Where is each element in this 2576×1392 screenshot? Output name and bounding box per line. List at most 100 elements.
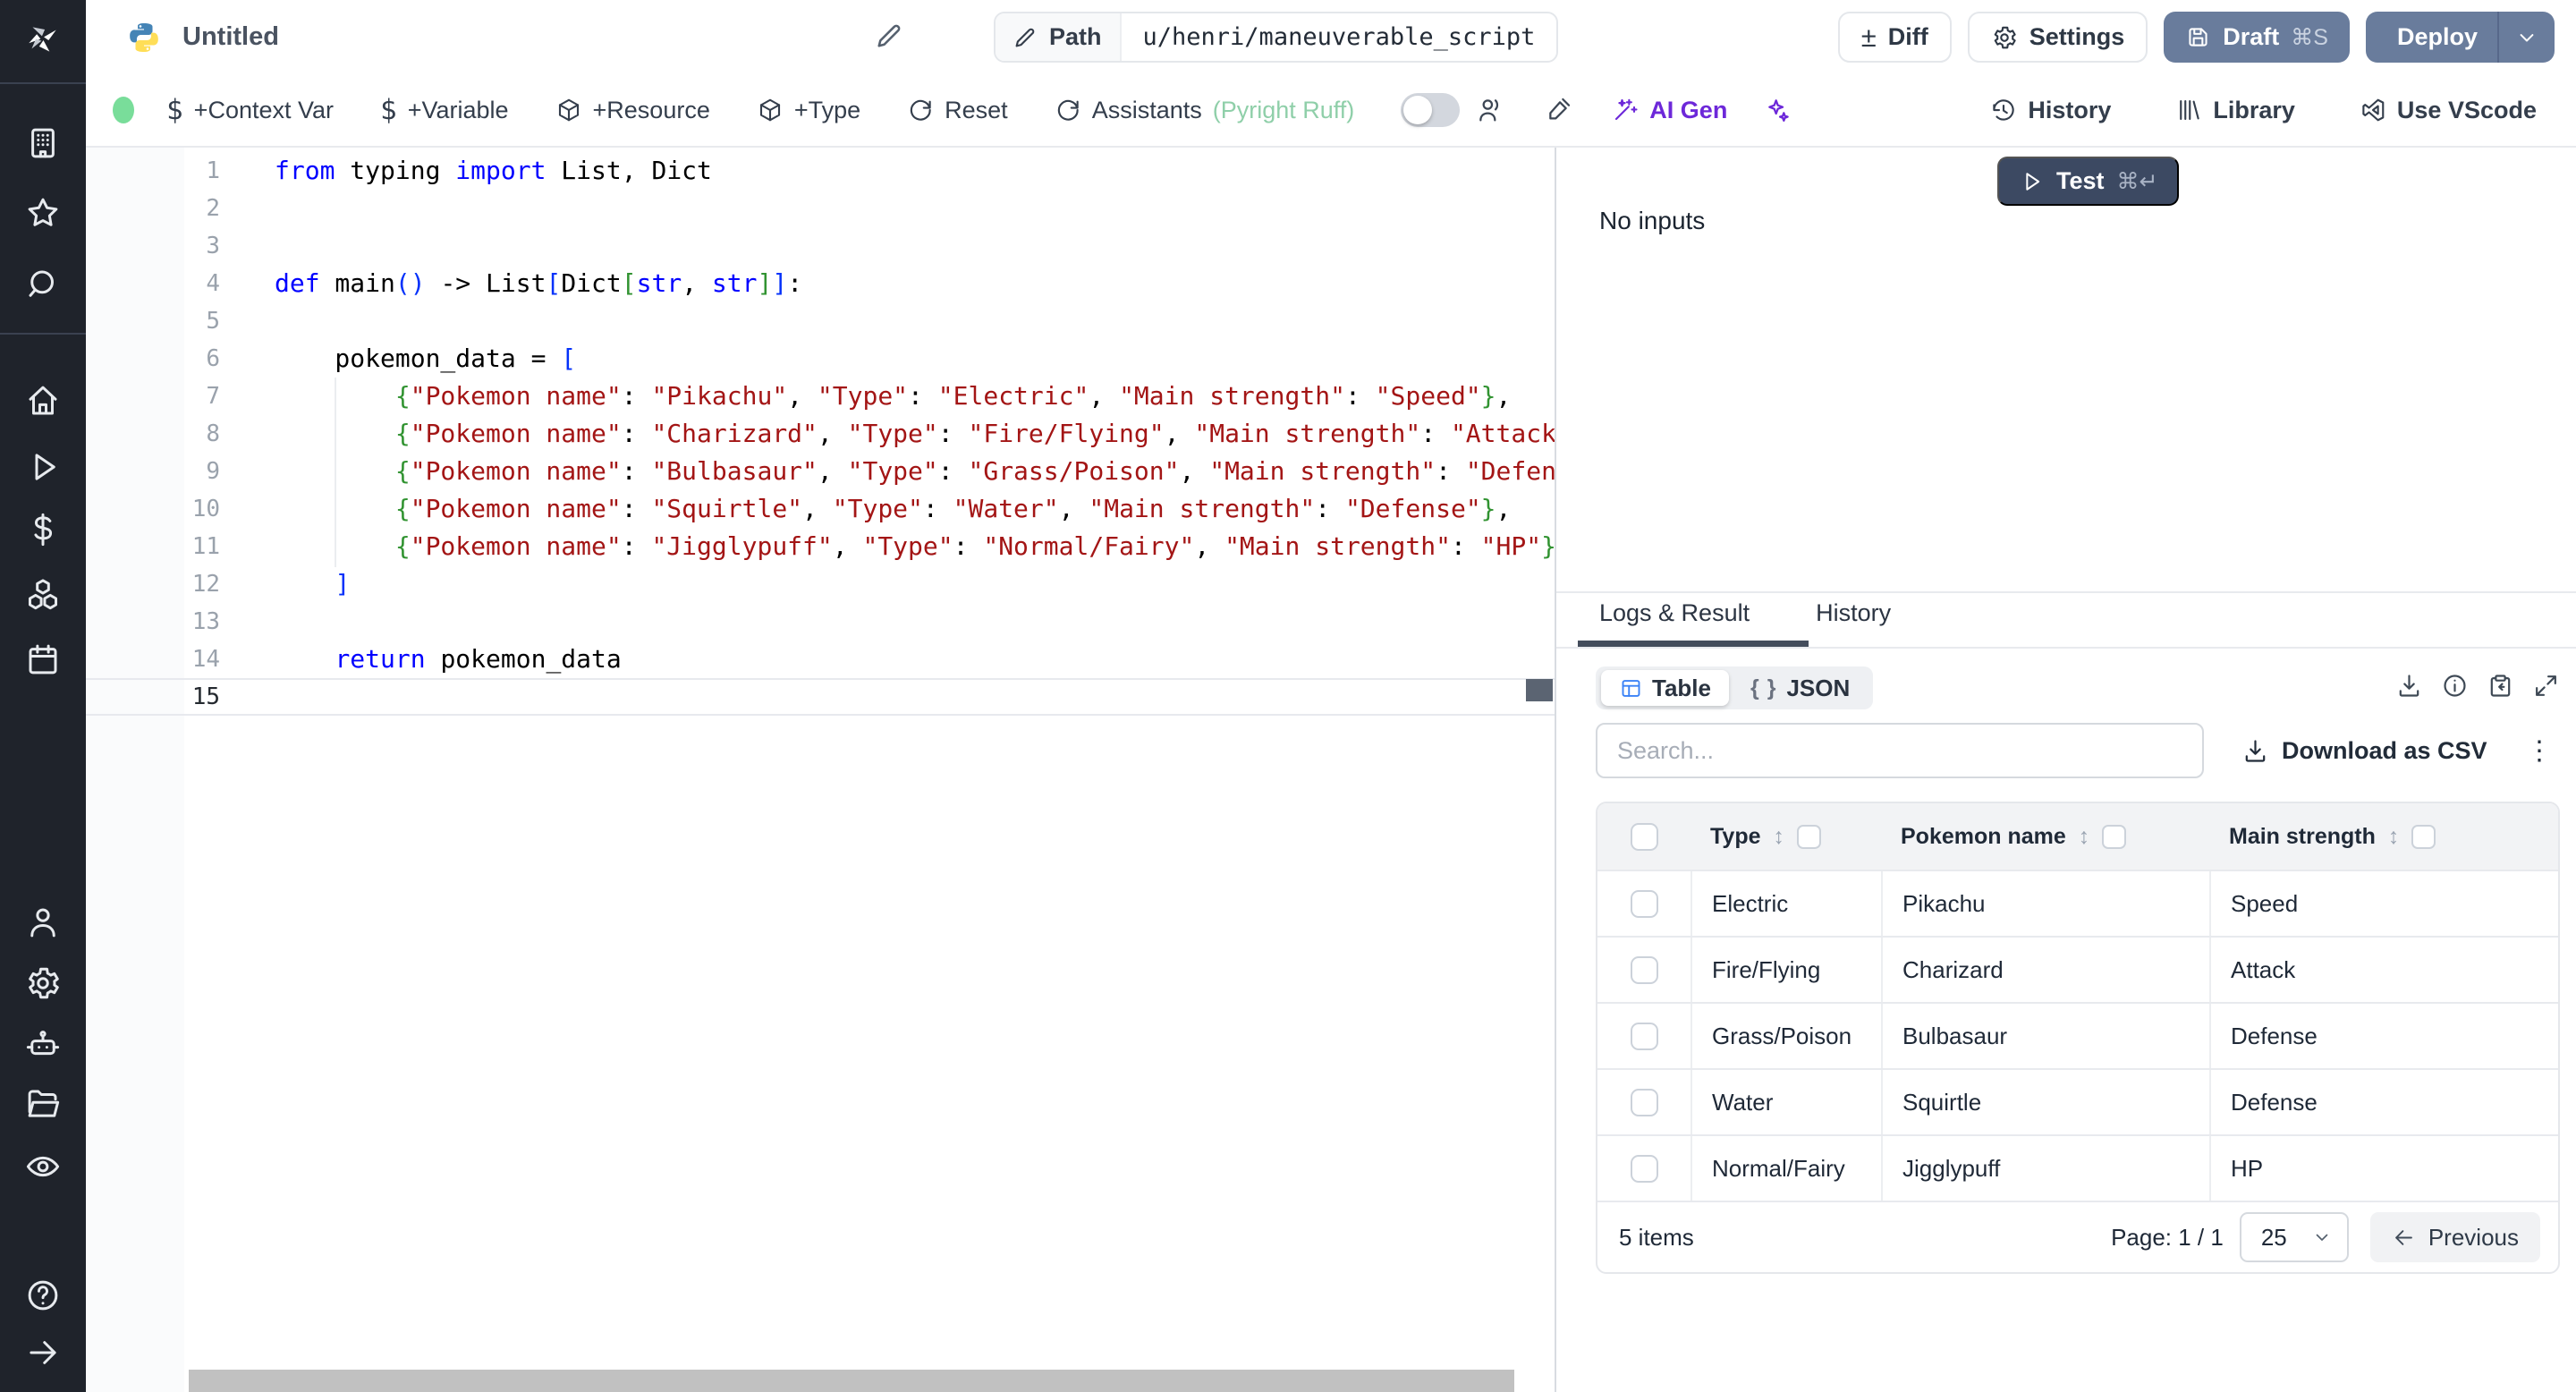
edit-summary-button[interactable] xyxy=(873,20,905,52)
sidebar-item-help[interactable] xyxy=(0,1269,86,1322)
code-lines: 1 from typing import List, Dict 2 3 4 def mai… xyxy=(86,152,1555,716)
test-button[interactable]: Test ⌘↵ xyxy=(1997,157,2180,206)
code-editor[interactable]: 1 from typing import List, Dict 2 3 4 def mai… xyxy=(86,148,1555,1392)
rotate-icon xyxy=(1057,99,1079,121)
view-table-button[interactable]: Table xyxy=(1601,670,1729,706)
table-cell: Attack xyxy=(2209,938,2558,1002)
sort-icon[interactable]: ↕ xyxy=(1774,824,1785,850)
chevron-down-icon xyxy=(2520,33,2534,41)
windmill-logo-icon xyxy=(29,27,56,52)
draft-button[interactable]: Draft ⌘S xyxy=(2164,12,2350,63)
row-select-cell xyxy=(1597,1004,1690,1068)
code-line-11: 11 {"Pokemon name": "Jigglypuff", "Type"… xyxy=(86,528,1555,565)
info-icon[interactable] xyxy=(2441,672,2469,700)
table-menu-button[interactable]: ⋮ xyxy=(2519,735,2560,767)
dollar-icon xyxy=(34,513,53,547)
sidebar-item-audit-logs[interactable] xyxy=(0,1140,86,1193)
library-button[interactable]: Library xyxy=(2175,97,2295,124)
row-checkbox[interactable] xyxy=(1630,955,1658,984)
sidebar-item-expand[interactable] xyxy=(0,1326,86,1379)
expand-icon[interactable] xyxy=(2532,672,2560,700)
download-icon[interactable] xyxy=(2395,672,2423,700)
sidebar-item-workspace[interactable] xyxy=(0,116,86,170)
sort-icon[interactable]: ↕ xyxy=(2388,824,2400,850)
search-input[interactable] xyxy=(1596,723,2204,778)
download-csv-button[interactable]: Download as CSV xyxy=(2241,737,2487,765)
history-label: History xyxy=(2028,96,2112,123)
history-button[interactable]: History xyxy=(1990,97,2111,124)
table-cell: Squirtle xyxy=(1881,1070,2209,1134)
reset-button[interactable]: Reset xyxy=(907,97,1008,124)
settings-button[interactable]: Settings xyxy=(1967,12,2148,63)
add-context-var-button[interactable]: $ +Context Var xyxy=(166,94,334,126)
line-number: 4 xyxy=(206,270,220,297)
table-row: Electric Pikachu Speed xyxy=(1597,870,2558,936)
sidebar-item-resources[interactable] xyxy=(0,568,86,622)
page-size-select[interactable]: 25 xyxy=(2239,1212,2349,1262)
view-json-button[interactable]: { } JSON xyxy=(1733,670,1868,706)
ai-gen-button[interactable]: AI Gen xyxy=(1612,97,1727,124)
line-number: 11 xyxy=(191,533,220,560)
windmill-logo[interactable] xyxy=(0,13,86,66)
line-number: 13 xyxy=(191,608,220,635)
search-icon xyxy=(29,270,54,297)
use-vscode-button[interactable]: Use VScode xyxy=(2360,97,2537,124)
panel-splitter[interactable] xyxy=(1555,148,1556,1392)
ai-sparkles-button[interactable] xyxy=(1763,96,1792,124)
path-button[interactable]: Path u/henri/maneuverable_script xyxy=(994,12,1559,63)
add-variable-button[interactable]: $ +Variable xyxy=(380,94,509,126)
sidebar-item-workers[interactable] xyxy=(0,1018,86,1072)
sort-icon[interactable]: ↕ xyxy=(2079,824,2090,850)
column-filter-checkbox[interactable] xyxy=(1797,824,1821,849)
copy-icon[interactable] xyxy=(2487,672,2514,700)
sidebar-item-home[interactable] xyxy=(0,374,86,428)
header-cell-select xyxy=(1597,822,1690,851)
sidebar-item-runs[interactable] xyxy=(0,440,86,494)
table-cell: Defense xyxy=(2209,1004,2558,1068)
deploy-button[interactable]: Deploy xyxy=(2365,12,2497,63)
row-checkbox[interactable] xyxy=(1630,889,1658,918)
code-text: {"Pokemon name": "Charizard", "Type": "F… xyxy=(394,419,1555,448)
no-inputs-text: No inputs xyxy=(1599,207,1706,234)
diff-button[interactable]: ± Diff xyxy=(1837,12,1952,63)
assistants-button[interactable]: Assistants (Pyright Ruff) xyxy=(1055,97,1354,124)
line-number: 8 xyxy=(206,420,220,447)
code-line-9: 9 {"Pokemon name": "Bulbasaur", "Type": … xyxy=(86,453,1555,490)
sidebar-item-search[interactable] xyxy=(0,258,86,311)
row-checkbox[interactable] xyxy=(1630,1154,1658,1183)
code-text: return pokemon_data xyxy=(335,644,622,674)
gear-icon xyxy=(29,967,59,999)
line-number: 7 xyxy=(206,383,220,410)
code-line-10: 10 {"Pokemon name": "Squirtle", "Type": … xyxy=(86,490,1555,528)
sidebar-item-users[interactable] xyxy=(0,895,86,949)
add-resource-button[interactable]: +Resource xyxy=(555,97,710,124)
sidebar-item-settings[interactable] xyxy=(0,956,86,1010)
select-all-checkbox[interactable] xyxy=(1630,822,1658,851)
row-checkbox[interactable] xyxy=(1630,1022,1658,1050)
code-line-15: 15 xyxy=(86,678,1555,716)
horizontal-scrollbar[interactable] xyxy=(189,1370,1514,1392)
table-header-row: Type ↕ Pokemon name ↕ Main strength ↕ xyxy=(1597,803,2558,870)
format-code-button[interactable] xyxy=(1544,96,1572,124)
column-filter-checkbox[interactable] xyxy=(2102,824,2127,849)
add-type-button[interactable]: +Type xyxy=(757,97,860,124)
sidebar-item-variables[interactable] xyxy=(0,503,86,556)
previous-page-button[interactable]: Previous xyxy=(2369,1212,2540,1262)
row-checkbox[interactable] xyxy=(1630,1088,1658,1116)
multiplayer-toggle[interactable] xyxy=(1401,93,1461,127)
sidebar-item-folders[interactable] xyxy=(0,1077,86,1131)
sidebar-item-favorites[interactable] xyxy=(0,186,86,240)
topbar-actions: ± Diff Settings Draft ⌘S Deploy xyxy=(1837,12,2555,63)
deploy-more-button[interactable] xyxy=(2497,12,2555,63)
tab-history[interactable]: History xyxy=(1816,599,1891,643)
column-filter-checkbox[interactable] xyxy=(2411,824,2436,849)
panel-divider xyxy=(1556,591,2576,593)
multiplayer-button[interactable] xyxy=(1476,96,1504,124)
row-select-cell xyxy=(1597,871,1690,936)
code-line-14: 14 return pokemon_data xyxy=(86,641,1555,678)
column-label: Pokemon name xyxy=(1901,823,2066,849)
tab-logs-result[interactable]: Logs & Result xyxy=(1599,599,1750,643)
table-controls: Download as CSV ⋮ xyxy=(1596,723,2560,778)
sidebar-item-schedules[interactable] xyxy=(0,632,86,686)
